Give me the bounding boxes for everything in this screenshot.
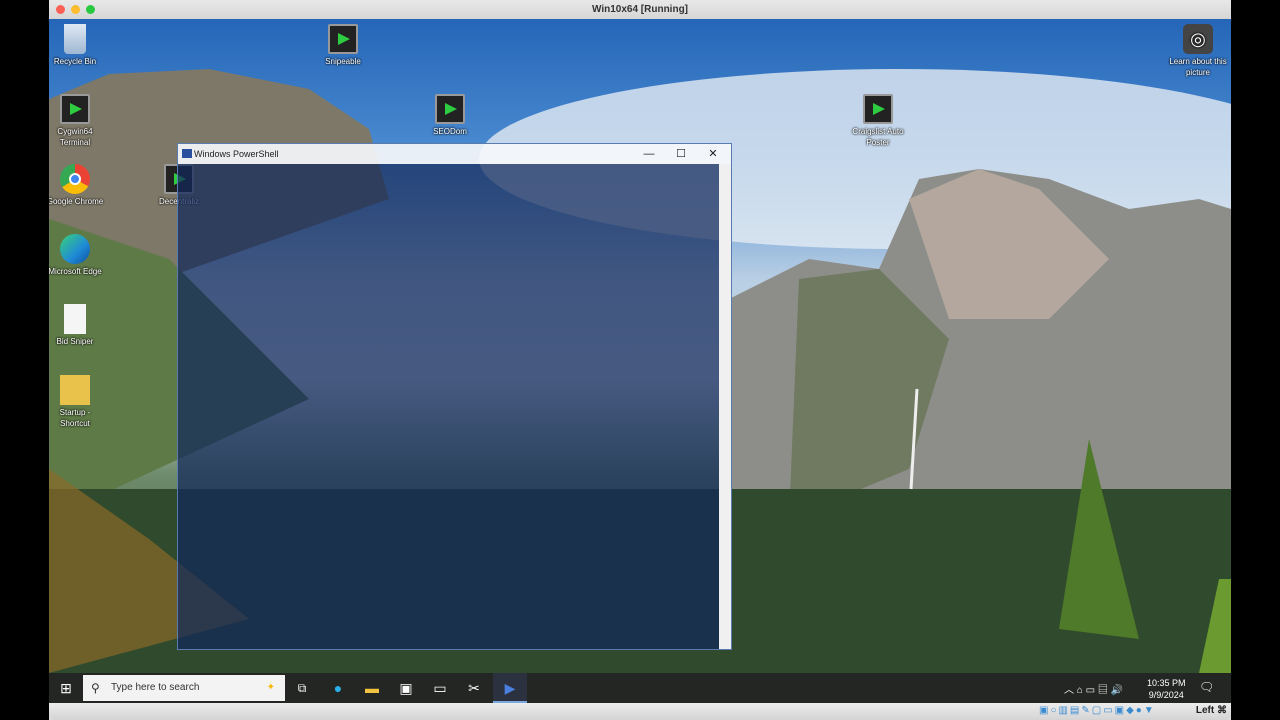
- task-view-icon[interactable]: ⧉: [285, 673, 319, 703]
- folder-shortcut-icon: [60, 375, 90, 405]
- maximize-button[interactable]: ☐: [665, 144, 697, 164]
- vertical-scrollbar[interactable]: [719, 164, 731, 649]
- close-window-button[interactable]: [56, 5, 65, 14]
- desktop-icon-recycle-bin[interactable]: Recycle Bin: [49, 24, 105, 67]
- search-box[interactable]: ⚲ Type here to search ✦: [83, 675, 285, 701]
- recycle-bin-icon: [64, 24, 86, 54]
- file-explorer-icon[interactable]: ▬: [355, 673, 389, 703]
- desktop[interactable]: Recycle Bin Snipeable Cygwin64 Terminal …: [49, 19, 1231, 673]
- virtualbox-statusbar: ▣○▥▤✎▢▭▣◆●▼ Left ⌘: [49, 703, 1231, 720]
- terminal-shortcut-icon: [60, 94, 90, 124]
- powershell-icon: [182, 149, 192, 158]
- desktop-icon-bid-sniper[interactable]: Bid Sniper: [49, 304, 105, 347]
- desktop-icon-chrome[interactable]: Google Chrome: [49, 164, 105, 207]
- zoom-window-button[interactable]: [86, 5, 95, 14]
- search-icon: ⚲: [91, 681, 100, 695]
- powershell-taskbar-icon[interactable]: ▶: [493, 673, 527, 703]
- edge-taskbar-icon[interactable]: ●: [321, 673, 355, 703]
- desktop-icon-seodom[interactable]: SEODom: [420, 94, 480, 137]
- snipping-tool-icon[interactable]: ✂: [457, 673, 491, 703]
- terminal-shortcut-icon: [863, 94, 893, 124]
- terminal-shortcut-icon: [435, 94, 465, 124]
- vm-status-icons[interactable]: ▣○▥▤✎▢▭▣◆●▼: [1039, 705, 1156, 716]
- sparkle-icon: ✦: [266, 682, 275, 693]
- desktop-icon-craigslist[interactable]: Craigslist Auto Poster: [848, 94, 908, 148]
- minimize-window-button[interactable]: [71, 5, 80, 14]
- notification-icon[interactable]: 🗨: [1199, 680, 1214, 694]
- powershell-window[interactable]: Windows PowerShell — ☐ ✕: [177, 143, 732, 650]
- host-key-label: Left ⌘: [1195, 705, 1227, 716]
- desktop-icon-startup[interactable]: Startup - Shortcut: [49, 375, 105, 429]
- learn-about-picture[interactable]: ◎ Learn about this picture: [1168, 24, 1228, 78]
- vm-title: Win10x64 [Running]: [591, 4, 689, 15]
- desktop-icon-cygwin[interactable]: Cygwin64 Terminal: [49, 94, 105, 148]
- clock[interactable]: 10:35 PM 9/9/2024: [1147, 677, 1186, 701]
- store-icon[interactable]: ▣: [389, 673, 423, 703]
- desktop-icon-snipeable[interactable]: Snipeable: [313, 24, 373, 67]
- powershell-console[interactable]: [178, 164, 719, 649]
- virtualbox-window: Win10x64 [Running] Recycle Bin Snipeable…: [49, 0, 1231, 720]
- terminal-taskbar-icon[interactable]: ▭: [423, 673, 457, 703]
- taskbar: ⊞ ⚲ Type here to search ✦ ⧉ ● ▬ ▣ ▭ ✂ ▶ ︿ …: [49, 673, 1231, 703]
- start-button[interactable]: ⊞: [49, 673, 83, 703]
- desktop-icon-edge[interactable]: Microsoft Edge: [49, 234, 105, 277]
- chrome-icon: [60, 164, 90, 194]
- file-icon: [64, 304, 86, 334]
- powershell-titlebar[interactable]: Windows PowerShell — ☐ ✕: [178, 144, 731, 164]
- minimize-button[interactable]: —: [633, 144, 665, 164]
- picture-icon: ◎: [1183, 24, 1213, 54]
- tray-icons[interactable]: ︿ ⌂ ▭ ▤ 🔊: [1064, 681, 1123, 696]
- close-button[interactable]: ✕: [697, 144, 729, 164]
- terminal-shortcut-icon: [328, 24, 358, 54]
- edge-icon: [60, 234, 90, 264]
- vm-titlebar: Win10x64 [Running]: [49, 0, 1231, 19]
